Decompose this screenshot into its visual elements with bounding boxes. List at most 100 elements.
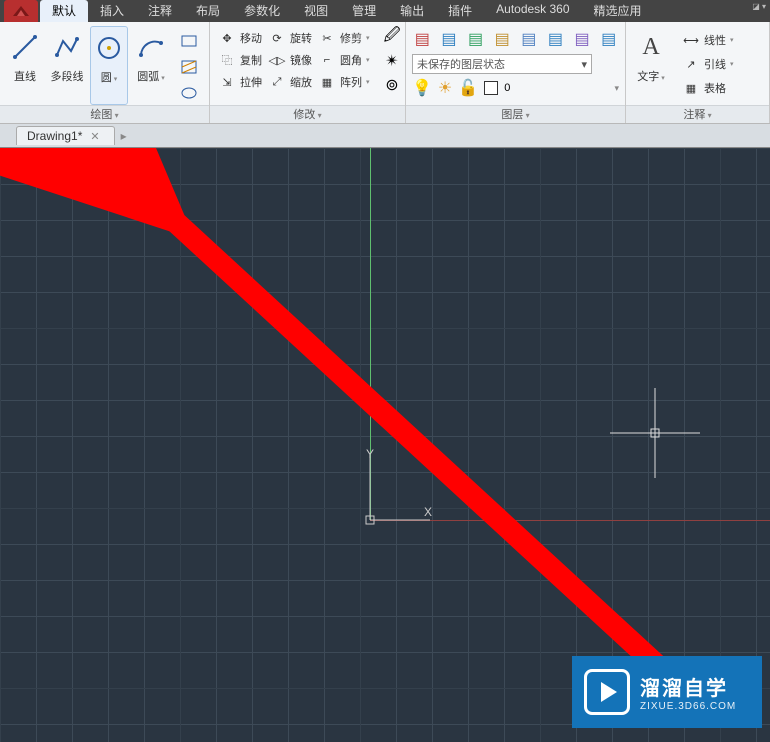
play-icon [584,669,630,715]
app-menu-button[interactable] [4,0,38,22]
arc-label: 圆弧 [137,68,164,84]
tab-manage[interactable]: 管理 [340,0,388,22]
drawing-canvas[interactable]: [-][俯视][二维线框] X Y 溜溜自学 ZIXUE.3D66.COM [0,148,770,742]
bulb-icon: 💡 [412,78,432,98]
tab-view[interactable]: 视图 [292,0,340,22]
layer-current-name: 0 [504,82,510,94]
layer-iso-icon: ▤ [521,29,536,49]
trim-button[interactable]: ✂修剪 [316,28,372,48]
chevron-down-icon[interactable]: ▾ [614,83,619,94]
layer-properties-button[interactable]: ▤ [412,28,433,50]
rectangle-button[interactable] [178,30,200,52]
scale-button[interactable]: ⤢缩放 [266,72,314,92]
watermark-sub: ZIXUE.3D66.COM [640,701,736,712]
sun-icon: ☀ [438,78,452,98]
panel-draw-title[interactable]: 绘图 [0,105,209,123]
text-label: 文字 [637,68,664,84]
viewport-label[interactable]: [-][俯视][二维线框] [8,162,104,179]
layer-iso-button[interactable]: ▤ [519,28,540,50]
watermark: 溜溜自学 ZIXUE.3D66.COM [572,656,762,728]
tab-featured[interactable]: 精选应用 [582,0,654,22]
panel-annot-title[interactable]: 注释 [626,105,769,123]
ellipse-icon [181,86,197,100]
offset-icon: ⊚ [385,75,398,95]
line-label: 直线 [14,68,36,84]
polyline-icon [52,32,82,62]
layer-color-swatch[interactable] [484,81,498,95]
text-icon: A [636,32,666,62]
dim-linear-button[interactable]: ⟷线性 [680,30,736,50]
rotate-button[interactable]: ⟳旋转 [266,28,314,48]
explode-icon: ✴ [385,51,398,71]
explode-button[interactable]: ✴ [381,50,403,72]
doc-tab-label: Drawing1* [27,129,82,143]
arc-button[interactable]: 圆弧 [132,26,170,105]
layer-off-button[interactable]: ▤ [439,28,460,50]
rotate-icon: ⟳ [268,29,286,47]
layer-prev-button[interactable]: ▤ [572,28,593,50]
tab-output[interactable]: 输出 [388,0,436,22]
layer-match-button[interactable]: ▤ [545,28,566,50]
hatch-button[interactable] [178,56,200,78]
array-icon: ▦ [318,73,336,91]
stretch-icon: ⇲ [218,73,236,91]
tab-layout[interactable]: 布局 [184,0,232,22]
layer-lock-icon: ▤ [495,29,510,49]
layer-walk-button[interactable]: ▤ [598,28,619,50]
arc-icon [136,32,166,62]
circle-label: 圆 [101,69,117,85]
chevron-down-icon: ▾ [581,58,587,71]
tab-default[interactable]: 默认 [40,0,88,22]
leader-button[interactable]: ↗引线 [680,54,736,74]
move-icon: ✥ [218,29,236,47]
line-button[interactable]: 直线 [6,26,44,105]
table-button[interactable]: ▦表格 [680,78,736,98]
close-icon[interactable]: ✕ [90,130,99,143]
polyline-label: 多段线 [51,68,84,84]
erase-button[interactable]: 🖉 [381,26,403,48]
layer-walk-icon: ▤ [601,29,616,49]
linear-dim-icon: ⟷ [682,31,700,49]
panel-layer: ▤ ▤ ▤ ▤ ▤ ▤ ▤ ▤ 未保存的图层状态▾ 💡 ☀ 🔓 0 ▾ 图层 [406,22,626,123]
array-button[interactable]: ▦阵列 [316,72,372,92]
layer-freeze-button[interactable]: ▤ [465,28,486,50]
copy-icon: ⿻ [218,51,236,69]
layer-state-label: 未保存的图层状态 [417,56,505,72]
panel-annot: A 文字 ⟷线性 ↗引线 ▦表格 注释 [626,22,770,123]
tab-plugins[interactable]: 插件 [436,0,484,22]
layer-freeze-icon: ▤ [468,29,483,49]
tab-insert[interactable]: 插入 [88,0,136,22]
autocad-logo-icon [11,4,31,18]
layer-off-icon: ▤ [441,29,456,49]
ucs-icon: X Y [364,448,444,528]
tab-annotate[interactable]: 注释 [136,0,184,22]
new-doc-button[interactable]: ▸ [121,129,127,143]
layer-match-icon: ▤ [548,29,563,49]
panel-modify: ✥移动 ⟳旋转 ✂修剪 ⿻复制 ◁▷镜像 ⌐圆角 ⇲拉伸 ⤢缩放 ▦阵列 🖉 ✴… [210,22,406,123]
fillet-button[interactable]: ⌐圆角 [316,50,372,70]
tab-parametric[interactable]: 参数化 [232,0,292,22]
move-button[interactable]: ✥移动 [216,28,264,48]
layer-lock-button[interactable]: ▤ [492,28,513,50]
panel-modify-title[interactable]: 修改 [210,105,405,123]
tabstrip-expand-icon[interactable]: ◪ ▾ [752,2,766,11]
document-tabs: Drawing1* ✕ ▸ [0,124,770,148]
erase-icon: 🖉 [383,24,400,51]
stretch-button[interactable]: ⇲拉伸 [216,72,264,92]
circle-button[interactable]: 圆 [90,26,128,105]
hatch-icon [181,60,197,74]
leader-icon: ↗ [682,55,700,73]
offset-button[interactable]: ⊚ [381,74,403,96]
copy-button[interactable]: ⿻复制 [216,50,264,70]
doc-tab-drawing1[interactable]: Drawing1* ✕ [16,126,115,145]
ucs-x-label: X [424,505,432,519]
mirror-button[interactable]: ◁▷镜像 [266,50,314,70]
layer-state-combo[interactable]: 未保存的图层状态 ▾ [412,54,592,74]
polyline-button[interactable]: 多段线 [48,26,86,105]
fillet-icon: ⌐ [318,51,336,69]
panel-layer-title[interactable]: 图层 [406,105,625,123]
text-button[interactable]: A 文字 [632,26,670,105]
trim-icon: ✂ [318,29,336,47]
ellipse-button[interactable] [178,82,200,104]
tab-a360[interactable]: Autodesk 360 [484,0,581,22]
